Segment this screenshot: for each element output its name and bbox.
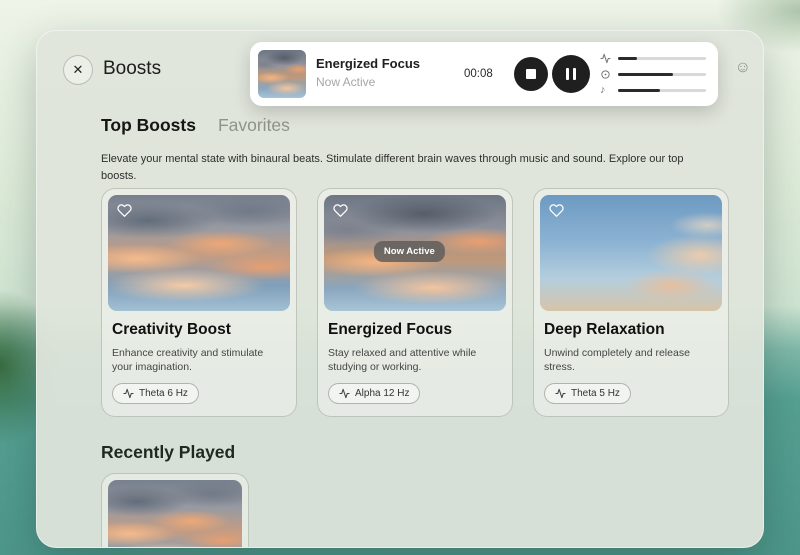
pause-button[interactable] (552, 55, 590, 93)
waveform-icon (600, 53, 614, 64)
binaural-volume-slider[interactable] (618, 72, 706, 76)
page-title: Boosts (103, 58, 162, 79)
stop-icon (526, 69, 536, 79)
frequency-badge-label: Theta 5 Hz (571, 388, 620, 400)
boost-card-image (108, 195, 290, 311)
recently-played-card[interactable] (101, 473, 249, 547)
boost-card-image: Now Active (324, 195, 506, 311)
now-playing-title: Energized Focus (316, 56, 421, 71)
now-active-badge: Now Active (373, 241, 445, 263)
now-playing-status: Now Active (316, 75, 376, 89)
now-playing-thumbnail (258, 50, 306, 98)
favorite-heart-icon[interactable] (333, 203, 348, 223)
boost-card-title: Energized Focus (328, 321, 453, 338)
now-playing-bar: Energized Focus Now Active 00:08 ♪ (250, 42, 718, 106)
waveform-icon (339, 389, 350, 399)
boost-card-description: Enhance creativity and stimulate your im… (112, 347, 264, 374)
intro-text: Elevate your mental state with binaural … (101, 153, 684, 182)
waveform-volume-slider[interactable] (618, 56, 706, 60)
boost-card-description: Unwind completely and release stress. (544, 347, 690, 374)
boosts-panel: ✕ Boosts ☺ Top Boosts Favorites Elevate … (36, 30, 764, 548)
waveform-icon (123, 389, 134, 399)
music-volume-row: ♪ (600, 84, 708, 96)
playback-time: 00:08 (464, 68, 493, 80)
boost-card-title: Deep Relaxation (544, 321, 665, 338)
boost-card-body: Creativity Boost Enhance creativity and … (108, 311, 290, 410)
frequency-badge: Theta 6 Hz (112, 383, 199, 405)
close-button[interactable]: ✕ (63, 55, 93, 85)
boost-card-description: Stay relaxed and attentive while studyin… (328, 347, 477, 374)
boost-card-title: Creativity Boost (112, 321, 231, 338)
favorite-heart-icon[interactable] (549, 203, 564, 223)
tab-favorites[interactable]: Favorites (218, 115, 290, 136)
pause-icon (566, 68, 576, 80)
boost-card-body: Energized Focus Stay relaxed and attenti… (324, 311, 506, 410)
smiley-icon: ☺ (734, 59, 751, 76)
boost-card-body: Deep Relaxation Unwind completely and re… (540, 311, 722, 410)
frequency-badge: Alpha 12 Hz (328, 383, 421, 405)
boost-card-energized-focus[interactable]: Now Active Energized Focus Stay relaxed … (317, 188, 513, 418)
boost-card-image (540, 195, 722, 311)
waveform-icon (555, 389, 566, 399)
close-icon: ✕ (72, 62, 84, 77)
volume-sliders: ♪ (600, 52, 708, 100)
waveform-volume-row (600, 52, 708, 64)
frequency-badge-label: Alpha 12 Hz (355, 388, 410, 400)
boost-card-grid: Creativity Boost Enhance creativity and … (101, 188, 729, 418)
favorite-heart-icon[interactable] (117, 203, 132, 223)
stop-button[interactable] (514, 57, 548, 91)
binaural-volume-row (600, 68, 708, 80)
music-volume-slider[interactable] (618, 88, 706, 92)
tab-top-boosts[interactable]: Top Boosts (101, 115, 196, 136)
tab-bar: Top Boosts Favorites (101, 115, 290, 136)
boost-card-deep-relaxation[interactable]: Deep Relaxation Unwind completely and re… (533, 188, 729, 418)
frequency-badge-label: Theta 6 Hz (139, 388, 188, 400)
frequency-badge: Theta 5 Hz (544, 383, 631, 405)
music-note-icon: ♪ (600, 83, 606, 96)
recently-played-heading: Recently Played (101, 442, 236, 462)
boost-card-creativity[interactable]: Creativity Boost Enhance creativity and … (101, 188, 297, 418)
record-icon (600, 69, 614, 80)
recently-played-card-image (108, 480, 242, 547)
feedback-button[interactable]: ☺ (735, 59, 751, 77)
